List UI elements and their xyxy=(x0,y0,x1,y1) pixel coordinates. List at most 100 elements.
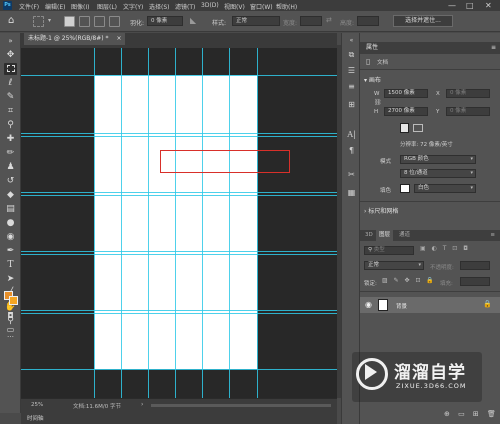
filter-icons[interactable]: ▣ ◐ T ⊡ ◘ xyxy=(420,245,470,252)
horizontal-scrollbar[interactable] xyxy=(151,404,331,407)
type-tool-icon[interactable]: T xyxy=(4,259,17,271)
fill-input[interactable] xyxy=(460,277,490,286)
layer-filter-select[interactable]: ⚲ 类型 xyxy=(364,246,414,255)
brush-tool-icon[interactable]: ✏ xyxy=(4,147,17,159)
menu-layer[interactable]: 图层(L) xyxy=(97,2,117,11)
layer-name[interactable]: 背景 xyxy=(396,302,407,310)
opacity-input[interactable] xyxy=(460,261,490,270)
collapse-icon[interactable]: « xyxy=(345,35,358,47)
pen-tool-icon[interactable]: ✒ xyxy=(4,245,17,257)
menu-file[interactable]: 文件(F) xyxy=(19,2,39,11)
blend-mode-select[interactable]: 正常 xyxy=(364,261,424,270)
marquee-tool-icon[interactable] xyxy=(4,63,17,75)
menu-window[interactable]: 窗口(W) xyxy=(250,2,273,11)
guide-line[interactable] xyxy=(21,136,337,137)
collapse-icon[interactable]: » xyxy=(4,35,17,47)
healing-tool-icon[interactable]: ✚ xyxy=(4,133,17,145)
tool-presets-icon[interactable]: ✂ xyxy=(345,169,358,181)
tab-channels[interactable]: 通道 xyxy=(396,230,413,241)
menu-image[interactable]: 图像(I) xyxy=(71,2,89,11)
layer-row[interactable]: ◉ 背景 🔒 xyxy=(360,297,500,313)
feather-input[interactable]: 0 像素 xyxy=(147,16,183,26)
antialias-icon[interactable]: ◣ xyxy=(190,16,196,25)
rulers-grids-section-title[interactable]: › 标尺和网格 xyxy=(364,206,398,215)
path-select-tool-icon[interactable]: ➤ xyxy=(4,273,17,285)
history-panel-icon[interactable]: ⧉ xyxy=(345,49,358,61)
guide-line[interactable] xyxy=(21,369,337,370)
subtract-selection-icon[interactable] xyxy=(94,16,105,27)
guide-line[interactable] xyxy=(94,45,95,398)
brush-settings-icon[interactable]: ▦ xyxy=(345,187,358,199)
chevron-down-icon[interactable]: ▾ xyxy=(48,17,51,24)
landscape-orientation-button[interactable] xyxy=(413,124,423,132)
link-icon[interactable]: ⛓ xyxy=(374,99,382,106)
paragraph-panel-icon[interactable]: ¶ xyxy=(345,145,358,157)
guide-line[interactable] xyxy=(21,310,337,311)
properties-panel-header[interactable]: 属性 ≡ xyxy=(360,42,500,54)
lasso-tool-icon[interactable]: ℓ xyxy=(4,77,17,89)
eraser-tool-icon[interactable]: ◆ xyxy=(4,189,17,201)
width-input[interactable] xyxy=(300,16,322,26)
style-select[interactable]: 正常 xyxy=(232,16,280,26)
background-color-swatch[interactable] xyxy=(9,296,18,305)
zoom-level[interactable]: 25% xyxy=(31,402,43,408)
intersect-selection-icon[interactable] xyxy=(109,16,120,27)
menu-filter[interactable]: 滤镜(T) xyxy=(175,2,195,11)
maximize-button[interactable]: □ xyxy=(466,1,474,10)
menu-type[interactable]: 文字(Y) xyxy=(123,2,143,11)
crop-tool-icon[interactable]: ⌗ xyxy=(4,105,17,117)
dodge-tool-icon[interactable]: ◉ xyxy=(4,231,17,243)
swap-icon[interactable]: ⇄ xyxy=(326,16,332,24)
document-tab[interactable]: 未标题-1 @ 25%(RGB/8#) * × xyxy=(24,33,126,45)
fill-select[interactable]: 白色 xyxy=(414,184,476,193)
layer-actions-icons[interactable]: ⊕ ▭ ⊞ 🗑 xyxy=(444,410,499,418)
add-selection-icon[interactable] xyxy=(79,16,90,27)
minimize-button[interactable]: — xyxy=(448,1,456,10)
menu-view[interactable]: 视图(V) xyxy=(224,2,245,11)
canvas-width-input[interactable]: 1500 像素 xyxy=(384,89,428,98)
guide-line[interactable] xyxy=(21,195,337,196)
home-icon[interactable]: ⌂ xyxy=(8,15,14,26)
mode-select[interactable]: RGB 颜色 xyxy=(400,155,476,164)
guide-line[interactable] xyxy=(21,251,337,252)
screen-mode-icon[interactable]: ▭ xyxy=(4,324,17,336)
paths-panel-icon[interactable]: ⊞ xyxy=(345,99,358,111)
canvas-x-input[interactable]: 0 像素 xyxy=(446,89,490,98)
timeline-label[interactable]: 时间轴 xyxy=(27,414,44,422)
guide-line[interactable] xyxy=(202,45,203,398)
canvas-section-title[interactable]: ▾ 画布 xyxy=(364,75,381,84)
quick-select-tool-icon[interactable]: ✎ xyxy=(4,91,17,103)
guide-line[interactable] xyxy=(229,45,230,398)
channels-panel-icon[interactable]: ≡ xyxy=(345,81,358,93)
guide-line[interactable] xyxy=(21,313,337,314)
guide-line[interactable] xyxy=(21,192,337,193)
guide-line[interactable] xyxy=(21,254,337,255)
close-window-button[interactable]: ✕ xyxy=(485,1,492,10)
menu-select[interactable]: 选择(S) xyxy=(149,2,170,11)
guide-line[interactable] xyxy=(257,45,258,398)
quick-mask-icon[interactable]: ◘ xyxy=(4,310,17,322)
menu-3d[interactable]: 3D(D) xyxy=(201,2,219,9)
fill-color-swatch[interactable] xyxy=(400,184,410,193)
chevron-right-icon[interactable]: › xyxy=(141,401,143,408)
canvas-height-input[interactable]: 2700 像素 xyxy=(384,107,428,116)
guide-line[interactable] xyxy=(175,45,176,398)
canvas-y-input[interactable]: 0 像素 xyxy=(446,107,490,116)
panel-menu-icon[interactable]: ≡ xyxy=(491,42,496,54)
guide-line[interactable] xyxy=(121,45,122,398)
menu-help[interactable]: 帮助(H) xyxy=(276,2,297,11)
lock-options-icons[interactable]: ▨ ✎ ✥ ⊡ 🔒 xyxy=(382,277,436,284)
history-brush-tool-icon[interactable]: ↺ xyxy=(4,175,17,187)
select-and-mask-button[interactable]: 选择并遮住... xyxy=(393,15,453,27)
stamp-tool-icon[interactable]: ♟ xyxy=(4,161,17,173)
portrait-orientation-button[interactable] xyxy=(400,123,409,133)
move-tool-icon[interactable]: ✥ xyxy=(4,49,17,61)
canvas-area[interactable] xyxy=(21,45,337,398)
adjustments-panel-icon[interactable]: ☰ xyxy=(345,65,358,77)
blur-tool-icon[interactable]: ● xyxy=(4,217,17,229)
eye-icon[interactable]: ◉ xyxy=(365,300,372,309)
tab-layers[interactable]: 图层 xyxy=(376,230,394,241)
character-panel-icon[interactable]: A| xyxy=(345,129,358,141)
guide-line[interactable] xyxy=(21,133,337,134)
new-selection-icon[interactable] xyxy=(64,16,75,27)
